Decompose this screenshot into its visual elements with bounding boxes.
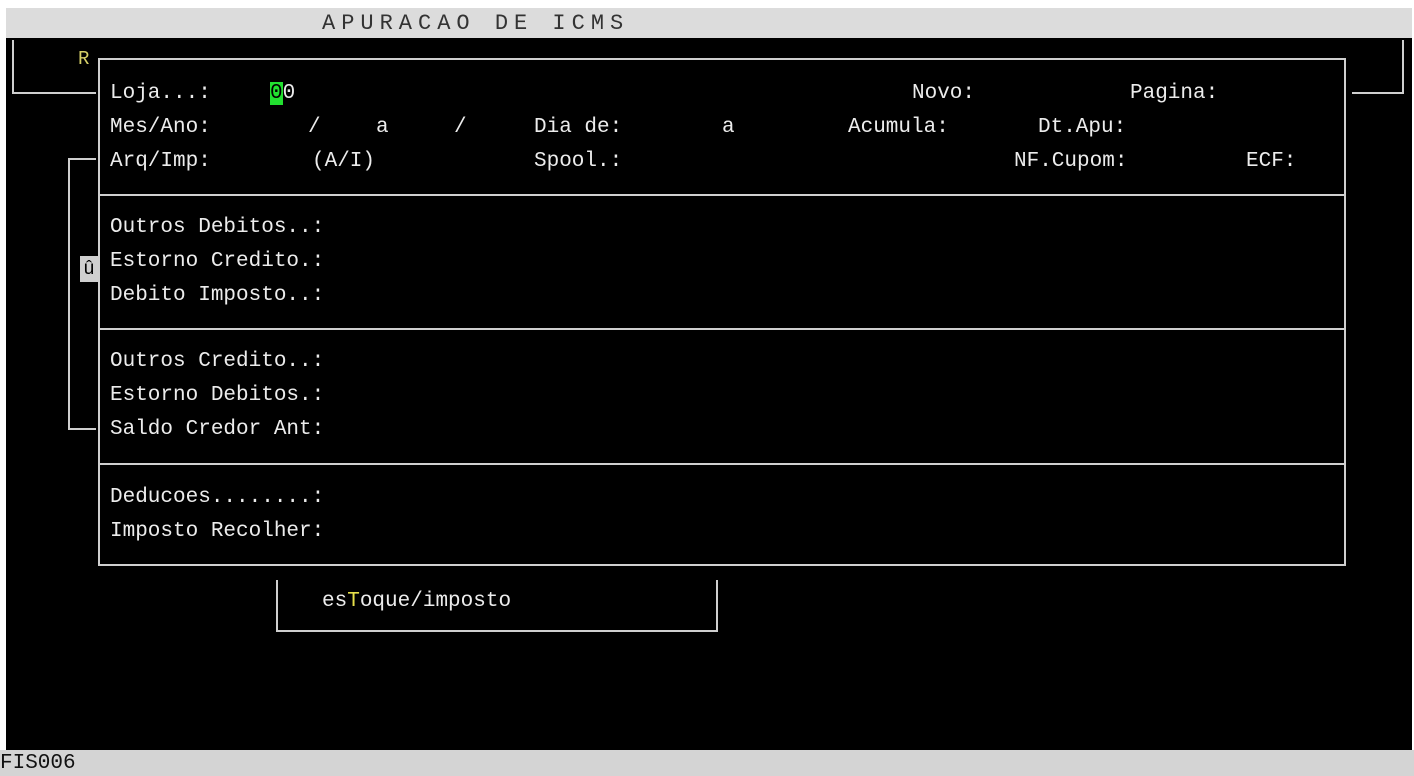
side-bracket-bottom <box>68 428 96 430</box>
dia-a: a <box>722 116 735 139</box>
program-code: FIS006 <box>0 752 76 775</box>
status-bar: FIS006 <box>0 750 1414 776</box>
text-cursor: 0 <box>270 82 283 105</box>
outer-frame-left-vertical <box>12 40 14 94</box>
dt-apu-label: Dt.Apu: <box>1038 116 1127 139</box>
title-bar: APURACAO DE ICMS <box>6 8 1412 38</box>
arq-imp-options[interactable]: (A/I) <box>312 150 375 174</box>
imposto-recolher-label: Imposto Recolher: <box>110 520 325 543</box>
spool-label: Spool.: <box>534 150 623 173</box>
menu-item-prefix: es <box>322 590 348 613</box>
section-divider-2 <box>98 328 1346 330</box>
menu-frame-bottom <box>276 630 718 632</box>
loja-label: Loja...: <box>110 82 211 105</box>
side-bracket-vertical <box>68 158 70 430</box>
acumula-label: Acumula: <box>848 116 949 139</box>
outer-frame-right-horizontal <box>1352 92 1404 94</box>
estorno-debitos-label: Estorno Debitos.: <box>110 384 325 407</box>
menu-item-estoque-imposto[interactable]: esToque/imposto <box>322 590 511 614</box>
menu-item-suffix: oque/imposto <box>359 590 512 613</box>
nf-cupom-label: NF.Cupom: <box>1014 150 1128 173</box>
pagina-label: Pagina: <box>1130 82 1219 105</box>
mes-ano-separator-1[interactable]: / <box>308 116 321 140</box>
novo-label: Novo: <box>912 82 976 105</box>
saldo-credor-ant-label: Saldo Credor Ant: <box>110 418 325 441</box>
outros-debitos-label: Outros Debitos..: <box>110 216 325 239</box>
side-bracket-top <box>68 158 96 160</box>
loja-field[interactable]: 00 <box>270 82 295 106</box>
ecf-label: ECF: <box>1246 150 1297 173</box>
debito-imposto-label: Debito Imposto..: <box>110 284 325 307</box>
menu-frame-right <box>716 580 718 632</box>
section-divider-1 <box>98 194 1346 196</box>
outer-frame-right-vertical <box>1402 40 1404 94</box>
mes-ano-a: a <box>376 116 389 139</box>
dia-de-label: Dia de: <box>534 116 623 139</box>
section-divider-3 <box>98 463 1346 465</box>
window-title: APURACAO DE ICMS <box>322 11 630 36</box>
terminal-screen: APURACAO DE ICMS R û Loja...: 00 Novo: P… <box>6 8 1412 750</box>
mes-ano-label: Mes/Ano: <box>110 116 211 139</box>
deducoes-label: Deducoes........: <box>110 486 325 509</box>
outer-frame-left-horizontal <box>12 92 96 94</box>
menu-frame-left <box>276 580 278 632</box>
outros-credito-label: Outros Credito..: <box>110 350 325 373</box>
loja-value: 0 <box>282 82 296 105</box>
arq-imp-label: Arq/Imp: <box>110 150 211 173</box>
menu-item-hotkey: T <box>347 590 360 613</box>
mes-ano-separator-2[interactable]: / <box>454 116 467 140</box>
estorno-credito-label: Estorno Credito.: <box>110 250 325 273</box>
corner-label: R <box>78 48 90 70</box>
scroll-indicator[interactable]: û <box>80 256 98 282</box>
